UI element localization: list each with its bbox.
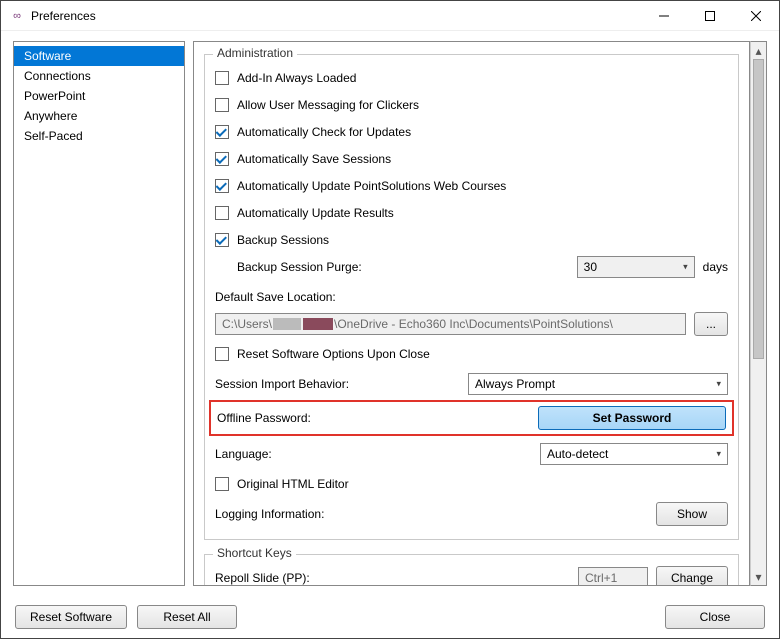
original-html-checkbox[interactable] bbox=[215, 477, 229, 491]
category-sidebar: Software Connections PowerPoint Anywhere… bbox=[13, 41, 185, 586]
group-title: Administration bbox=[213, 46, 297, 60]
language-value: Auto-detect bbox=[547, 447, 608, 461]
sidebar-item-connections[interactable]: Connections bbox=[14, 66, 184, 86]
auto-update-results-label: Automatically Update Results bbox=[237, 206, 394, 220]
window-title: Preferences bbox=[31, 9, 96, 23]
auto-save-sessions-checkbox[interactable] bbox=[215, 152, 229, 166]
language-select[interactable]: Auto-detect ▾ bbox=[540, 443, 728, 465]
maximize-button[interactable] bbox=[687, 1, 733, 31]
offline-password-row: Offline Password: Set Password bbox=[209, 400, 734, 436]
addin-loaded-label: Add-In Always Loaded bbox=[237, 71, 356, 85]
default-save-path-field[interactable]: C:\Users\ \OneDrive - Echo360 Inc\Docume… bbox=[215, 313, 686, 335]
close-label: Close bbox=[700, 610, 731, 624]
auto-save-sessions-label: Automatically Save Sessions bbox=[237, 152, 391, 166]
browse-label: ... bbox=[706, 317, 716, 331]
import-behavior-value: Always Prompt bbox=[475, 377, 555, 391]
default-save-label: Default Save Location: bbox=[215, 290, 336, 304]
logging-info-label: Logging Information: bbox=[215, 507, 324, 521]
reset-on-close-label: Reset Software Options Upon Close bbox=[237, 347, 430, 361]
path-prefix: C:\Users\ bbox=[222, 317, 272, 331]
addin-loaded-checkbox[interactable] bbox=[215, 71, 229, 85]
backup-purge-select[interactable]: 30 ▾ bbox=[577, 256, 695, 278]
reset-software-label: Reset Software bbox=[30, 610, 112, 624]
backup-sessions-label: Backup Sessions bbox=[237, 233, 329, 247]
sidebar-item-label: Connections bbox=[24, 69, 91, 83]
language-label: Language: bbox=[215, 447, 272, 461]
browse-button[interactable]: ... bbox=[694, 312, 728, 336]
reset-on-close-checkbox[interactable] bbox=[215, 347, 229, 361]
show-logging-button[interactable]: Show bbox=[656, 502, 728, 526]
set-password-button[interactable]: Set Password bbox=[538, 406, 726, 430]
group-title: Shortcut Keys bbox=[213, 546, 296, 560]
close-window-button[interactable] bbox=[733, 1, 779, 31]
reset-all-button[interactable]: Reset All bbox=[137, 605, 237, 629]
backup-sessions-checkbox[interactable] bbox=[215, 233, 229, 247]
chevron-down-icon: ▾ bbox=[716, 449, 721, 460]
reset-all-label: Reset All bbox=[163, 610, 210, 624]
repoll-value: Ctrl+1 bbox=[585, 571, 617, 585]
offline-password-label: Offline Password: bbox=[217, 411, 311, 425]
sidebar-item-label: Software bbox=[24, 49, 71, 63]
redacted-segment bbox=[303, 318, 333, 330]
auto-update-web-label: Automatically Update PointSolutions Web … bbox=[237, 179, 506, 193]
repoll-label: Repoll Slide (PP): bbox=[215, 571, 310, 585]
repoll-shortcut-field[interactable]: Ctrl+1 bbox=[578, 567, 648, 586]
change-shortcut-button[interactable]: Change bbox=[656, 566, 728, 586]
vertical-scrollbar[interactable]: ▴ ▾ bbox=[750, 41, 767, 586]
allow-user-msg-checkbox[interactable] bbox=[215, 98, 229, 112]
scroll-up-arrow-icon[interactable]: ▴ bbox=[751, 42, 766, 59]
scroll-down-arrow-icon[interactable]: ▾ bbox=[751, 568, 766, 585]
backup-purge-unit: days bbox=[703, 260, 728, 274]
sidebar-item-anywhere[interactable]: Anywhere bbox=[14, 106, 184, 126]
auto-update-web-checkbox[interactable] bbox=[215, 179, 229, 193]
import-behavior-select[interactable]: Always Prompt ▾ bbox=[468, 373, 728, 395]
dialog-footer: Reset Software Reset All Close bbox=[1, 596, 779, 638]
original-html-label: Original HTML Editor bbox=[237, 477, 349, 491]
backup-purge-value: 30 bbox=[584, 260, 597, 274]
administration-group: Administration Add-In Always Loaded Allo… bbox=[204, 54, 739, 540]
sidebar-item-label: PowerPoint bbox=[24, 89, 85, 103]
show-label: Show bbox=[677, 507, 707, 521]
redacted-segment bbox=[273, 318, 301, 330]
chevron-down-icon: ▾ bbox=[716, 379, 721, 390]
path-suffix: \OneDrive - Echo360 Inc\Documents\PointS… bbox=[334, 317, 613, 331]
sidebar-item-label: Self-Paced bbox=[24, 129, 83, 143]
scroll-thumb[interactable] bbox=[753, 59, 764, 359]
reset-software-button[interactable]: Reset Software bbox=[15, 605, 127, 629]
sidebar-item-powerpoint[interactable]: PowerPoint bbox=[14, 86, 184, 106]
sidebar-item-software[interactable]: Software bbox=[14, 46, 184, 66]
sidebar-item-self-paced[interactable]: Self-Paced bbox=[14, 126, 184, 146]
import-behavior-label: Session Import Behavior: bbox=[215, 377, 349, 391]
auto-update-check-label: Automatically Check for Updates bbox=[237, 125, 411, 139]
backup-purge-label: Backup Session Purge: bbox=[237, 260, 362, 274]
settings-panel: Administration Add-In Always Loaded Allo… bbox=[193, 41, 750, 586]
close-button[interactable]: Close bbox=[665, 605, 765, 629]
auto-update-check-checkbox[interactable] bbox=[215, 125, 229, 139]
chevron-down-icon: ▾ bbox=[683, 262, 688, 273]
titlebar: ∞ Preferences bbox=[1, 1, 779, 31]
shortcut-keys-group: Shortcut Keys Repoll Slide (PP): Ctrl+1 … bbox=[204, 554, 739, 586]
app-icon: ∞ bbox=[9, 8, 25, 24]
sidebar-item-label: Anywhere bbox=[24, 109, 77, 123]
minimize-button[interactable] bbox=[641, 1, 687, 31]
allow-user-msg-label: Allow User Messaging for Clickers bbox=[237, 98, 419, 112]
set-password-label: Set Password bbox=[593, 411, 672, 425]
auto-update-results-checkbox[interactable] bbox=[215, 206, 229, 220]
change-label: Change bbox=[671, 571, 713, 585]
